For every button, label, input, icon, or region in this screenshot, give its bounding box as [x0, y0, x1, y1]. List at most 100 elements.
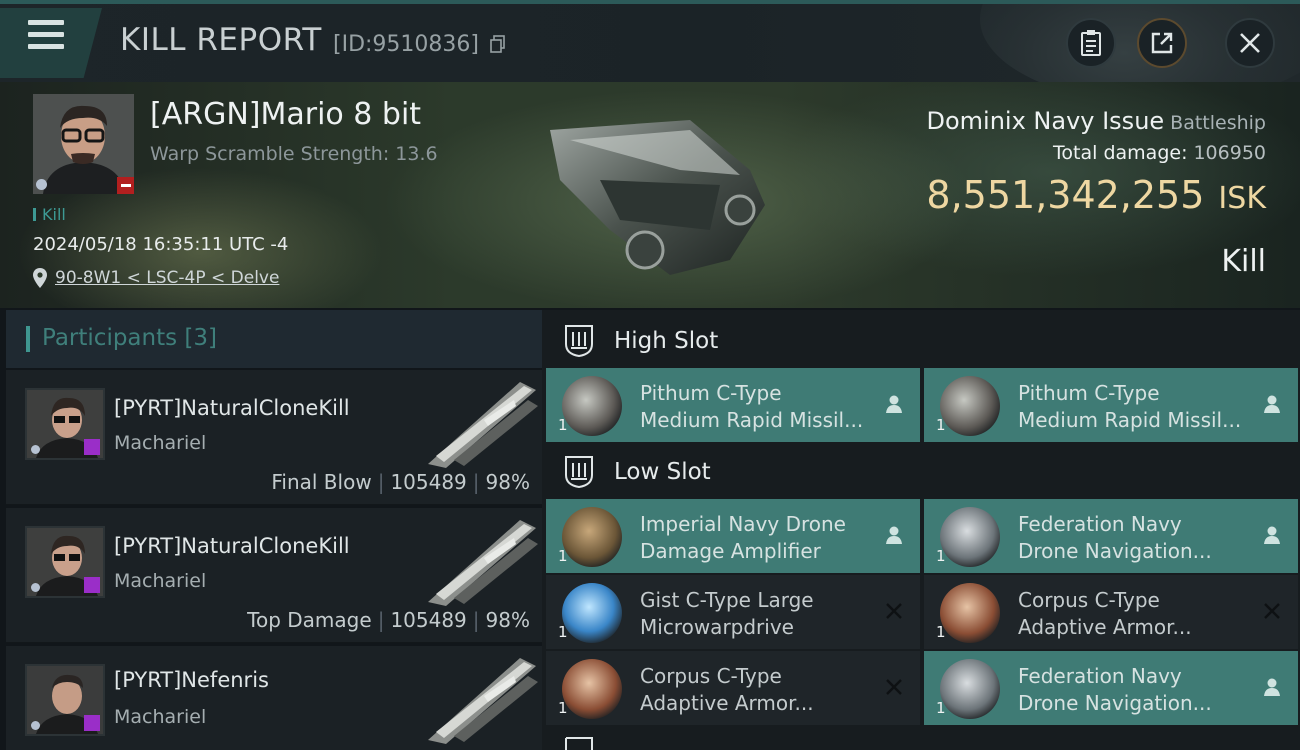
destroyed-x-icon	[1264, 603, 1280, 619]
module-name-line1: Corpus C-Type	[640, 664, 782, 688]
participant-ship: Machariel	[114, 432, 207, 454]
participant-name: [PYRT]NaturalCloneKill	[114, 534, 350, 558]
module-slot[interactable]: 1 Pithum C-Type Medium Rapid Missil...	[546, 368, 920, 442]
report-id: [ID:9510836]	[333, 32, 479, 57]
module-name: Corpus C-Type Adaptive Armor...	[1018, 587, 1248, 641]
armor-hardener-icon	[940, 583, 1000, 643]
module-name-line2: Drone Navigation...	[1018, 539, 1212, 563]
destroyed-x-icon	[886, 679, 902, 695]
module-name: Federation Navy Drone Navigation...	[1018, 511, 1248, 565]
total-damage: Total damage: 106950	[1053, 142, 1266, 164]
module-quantity: 1	[936, 623, 946, 641]
participant-card[interactable]: [PYRT]Nefenris Machariel	[6, 646, 542, 750]
participant-card[interactable]: [PYRT]NaturalCloneKill Machariel Top Dam…	[6, 508, 542, 643]
victim-ship-image	[550, 120, 765, 275]
module-slot[interactable]: 1 Pithum C-Type Medium Rapid Missil...	[924, 368, 1298, 442]
participant-ship-image	[428, 520, 538, 606]
participant-card[interactable]: [PYRT]NaturalCloneKill Machariel Final B…	[6, 370, 542, 505]
module-slot[interactable]: 1 Federation Navy Drone Navigation...	[924, 499, 1298, 573]
module-name: Gist C-Type Large Microwarpdrive	[640, 587, 870, 641]
fleet-member-icon	[84, 577, 100, 593]
participant-ship: Machariel	[114, 706, 207, 728]
fitted-pilot-icon	[886, 395, 902, 413]
module-name-line2: Drone Navigation...	[1018, 691, 1212, 715]
participant-percent: 98%	[485, 470, 530, 494]
high-slot-header: High Slot	[546, 312, 1298, 370]
participants-count: [3]	[184, 325, 218, 351]
menu-icon[interactable]	[28, 20, 64, 50]
module-name-line2: Damage Amplifier	[640, 539, 821, 563]
participant-role: Top Damage	[247, 608, 372, 632]
module-name-line1: Federation Navy	[1018, 512, 1182, 536]
low-slot-header: Low Slot	[546, 443, 1298, 501]
module-name-line2: Medium Rapid Missil...	[640, 408, 864, 432]
participants-label: Participants	[42, 325, 178, 351]
corp-badge-icon	[36, 179, 47, 190]
participant-role: Final Blow	[271, 470, 372, 494]
module-quantity: 1	[558, 416, 568, 434]
participant-stats: Final Blow | 105489 | 98%	[271, 470, 530, 494]
module-name-line2: Adaptive Armor...	[1018, 615, 1192, 639]
module-name: Pithum C-Type Medium Rapid Missil...	[1018, 380, 1248, 434]
fitted-pilot-icon	[1264, 678, 1280, 696]
total-damage-label: Total damage:	[1053, 142, 1188, 164]
low-slot-icon	[565, 456, 593, 489]
destroyed-x-icon	[886, 603, 902, 619]
module-quantity: 1	[558, 699, 568, 717]
isk-amount: 8,551,342,255	[926, 173, 1205, 217]
participant-damage: 105489	[390, 608, 467, 632]
victim-portrait[interactable]	[33, 94, 134, 194]
kill-tag-label: Kill	[42, 205, 66, 224]
kill-datetime: 2024/05/18 16:35:11 UTC -4	[33, 234, 289, 255]
fitted-pilot-icon	[886, 526, 902, 544]
participants-title: Participants [3]	[42, 325, 217, 351]
module-name-line2: Microwarpdrive	[640, 615, 794, 639]
module-slot[interactable]: 1 Corpus C-Type Adaptive Armor...	[546, 651, 920, 725]
module-name-line2: Medium Rapid Missil...	[1018, 408, 1242, 432]
module-name-line1: Imperial Navy Drone	[640, 512, 846, 536]
close-button[interactable]	[1225, 18, 1275, 68]
fitted-pilot-icon	[1264, 395, 1280, 413]
high-slot-label: High Slot	[614, 328, 719, 354]
low-slot-label: Low Slot	[614, 459, 711, 485]
module-slot[interactable]: 1 Corpus C-Type Adaptive Armor...	[924, 575, 1298, 649]
module-name: Imperial Navy Drone Damage Amplifier	[640, 511, 870, 565]
module-name-line1: Gist C-Type Large	[640, 588, 814, 612]
corp-badge-icon	[31, 445, 40, 454]
participant-avatar	[25, 664, 105, 736]
module-slot[interactable]: 1 Gist C-Type Large Microwarpdrive	[546, 575, 920, 649]
victim-ship-name[interactable]: Dominix Navy Issue Battleship	[926, 107, 1266, 135]
copy-icon[interactable]	[490, 35, 506, 53]
module-quantity: 1	[936, 416, 946, 434]
corp-badge-icon	[31, 721, 40, 730]
participants-header[interactable]: Participants [3]	[6, 310, 542, 368]
isk-unit: ISK	[1218, 181, 1266, 216]
ship-class-label: Battleship	[1170, 112, 1266, 134]
clipboard-button[interactable]	[1066, 18, 1116, 68]
participant-ship-image	[428, 658, 538, 744]
module-slot[interactable]: 1 Imperial Navy Drone Damage Amplifier	[546, 499, 920, 573]
corp-badge-icon	[31, 583, 40, 592]
isk-value: 8,551,342,255 ISK	[926, 173, 1266, 217]
participant-stats: Top Damage | 105489 | 98%	[247, 608, 530, 632]
module-name-line1: Pithum C-Type	[1018, 381, 1160, 405]
drone-navigation-icon	[940, 507, 1000, 567]
module-quantity: 1	[936, 547, 946, 565]
close-icon	[1240, 33, 1260, 53]
module-quantity: 1	[936, 699, 946, 717]
warp-scramble-strength: Warp Scramble Strength: 13.6	[150, 143, 438, 165]
next-slot-icon	[565, 737, 593, 750]
fleet-member-icon	[84, 715, 100, 731]
kill-tag: Kill	[33, 205, 66, 224]
module-name-line2: Adaptive Armor...	[640, 691, 814, 715]
share-button[interactable]	[1137, 18, 1187, 68]
participant-damage: 105489	[390, 470, 467, 494]
armor-hardener-icon	[562, 659, 622, 719]
victim-name[interactable]: [ARGN]Mario 8 bit	[150, 97, 421, 132]
module-name-line1: Federation Navy	[1018, 664, 1182, 688]
module-slot[interactable]: 1 Federation Navy Drone Navigation...	[924, 651, 1298, 725]
kill-location-link[interactable]: 90-8W1 < LSC-4P < Delve	[55, 268, 279, 288]
participant-percent: 98%	[485, 608, 530, 632]
module-name: Pithum C-Type Medium Rapid Missil...	[640, 380, 870, 434]
module-quantity: 1	[558, 547, 568, 565]
